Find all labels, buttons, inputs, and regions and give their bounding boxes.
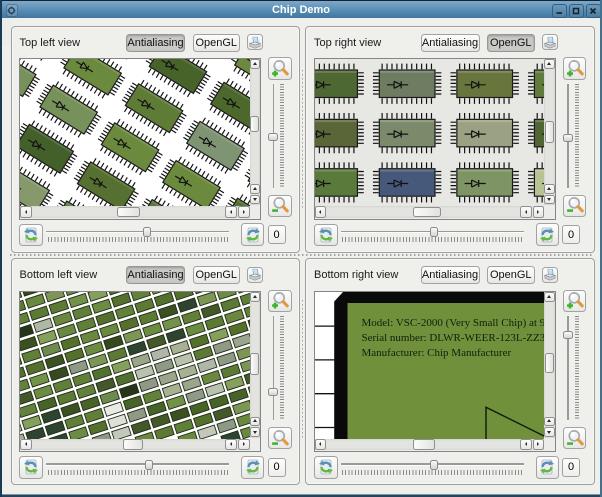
svg-text:Model: VSC-2000 (Very Small Ch: Model: VSC-2000 (Very Small Chip) at 9 (361, 316, 544, 328)
svg-text:Serial number: DLWR-WEER-123L-: Serial number: DLWR-WEER-123L-ZZ33 (361, 331, 544, 343)
svg-text:Manufacturer: Chip Manufacture: Manufacturer: Chip Manufacturer (361, 346, 511, 358)
